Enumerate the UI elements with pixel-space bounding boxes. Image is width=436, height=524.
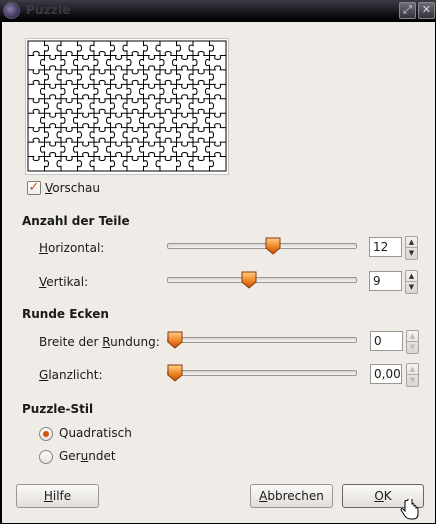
glanz-mnemonic: G (39, 368, 49, 382)
breite-label-start: Breite der (39, 335, 103, 349)
radio-gerundet[interactable] (39, 450, 53, 464)
glanz-value[interactable]: 0,00 (370, 364, 402, 384)
breite-label: Breite der Rundung: (39, 335, 160, 349)
breite-label-rest: undung: (110, 335, 160, 349)
vorschau-label[interactable]: Vorschau (45, 181, 100, 195)
vertikal-slider[interactable] (167, 277, 357, 283)
puzzle-preview (25, 38, 229, 175)
ok-label-rest: K (383, 489, 392, 503)
section-header-anzahl: Anzahl der Teile (22, 214, 130, 228)
breite-mnemonic: R (102, 335, 111, 349)
puzzle-column-edge (72, 41, 83, 171)
horizontal-slider[interactable] (167, 243, 357, 249)
horizontal-label: Horizontal: (39, 241, 104, 255)
horizontal-mnemonic: H (39, 241, 49, 255)
spin-up-icon[interactable]: ▲ (406, 271, 417, 281)
horizontal-slider-handle[interactable] (265, 237, 281, 255)
maximize-icon[interactable]: ⤢ (399, 2, 416, 19)
puzzle-column-edge (188, 41, 198, 171)
ok-mnemonic: O (374, 489, 384, 503)
glanz-label-rest: lanzlicht: (48, 368, 103, 382)
puzzle-column-edge (39, 41, 50, 171)
glanz-slider[interactable] (167, 370, 357, 376)
spin-down-icon[interactable]: ▼ (407, 341, 418, 352)
cancel-button[interactable]: Abbrechen (250, 484, 333, 508)
gerundet-label[interactable]: Gerundet (59, 449, 116, 463)
radio-quadratisch[interactable] (39, 427, 53, 441)
glanz-spin-arrows[interactable]: ▲ ▼ (406, 363, 419, 387)
glanz-label: Glanzlicht: (39, 368, 103, 382)
puzzle-column-edge (171, 41, 182, 171)
help-button[interactable]: Hilfe (16, 484, 99, 508)
window-title: Puzzle (26, 3, 71, 17)
spin-up-icon[interactable]: ▲ (406, 237, 417, 247)
section-header-stil: Puzzle-Stil (22, 402, 94, 416)
breite-slider[interactable] (167, 337, 357, 343)
vertikal-label-rest: ertikal: (46, 275, 89, 289)
spin-up-icon[interactable]: ▲ (407, 331, 418, 341)
breite-value[interactable]: 0 (370, 331, 403, 351)
dialog-body: ✓ Vorschau Anzahl der Teile Horizontal: … (1, 21, 436, 524)
puzzle-column-edge (155, 41, 165, 171)
horizontal-spin-arrows[interactable]: ▲ ▼ (405, 236, 418, 260)
breite-spin-arrows[interactable]: ▲ ▼ (406, 330, 419, 354)
cancel-label-rest: bbrechen (267, 489, 324, 503)
puzzle-grid (27, 40, 227, 172)
puzzle-column-edge (89, 41, 99, 171)
spin-down-icon[interactable]: ▼ (406, 281, 417, 292)
vorschau-label-rest: orschau (52, 181, 100, 195)
gerundet-label-rest: ndet (88, 449, 116, 463)
hand-pointer-icon (400, 499, 419, 520)
vorschau-checkbox[interactable]: ✓ (27, 181, 41, 195)
spin-down-icon[interactable]: ▼ (406, 247, 417, 258)
puzzle-column-edge (105, 41, 116, 171)
gerundet-label-start: Ger (59, 449, 81, 463)
section-header-ecken: Runde Ecken (22, 307, 109, 321)
title-bar[interactable]: Puzzle ⤢ ✕ (0, 0, 436, 21)
puzzle-column-edge (138, 41, 149, 171)
vertikal-spin-arrows[interactable]: ▲ ▼ (405, 270, 418, 294)
help-label-rest: ilfe (52, 489, 72, 503)
quadratisch-label[interactable]: Quadratisch (59, 426, 132, 440)
vertikal-slider-handle[interactable] (241, 271, 257, 289)
close-icon[interactable]: ✕ (418, 2, 435, 19)
window-menu-icon[interactable] (3, 2, 20, 19)
puzzle-column-edge (56, 41, 66, 171)
vertikal-value[interactable]: 9 (369, 271, 402, 291)
vertikal-label: Vertikal: (39, 275, 88, 289)
glanz-slider-handle[interactable] (167, 364, 183, 382)
breite-slider-handle[interactable] (167, 331, 183, 349)
help-mnemonic: H (43, 489, 53, 503)
horizontal-label-rest: orizontal: (48, 241, 105, 255)
horizontal-value[interactable]: 12 (369, 237, 402, 257)
spin-up-icon[interactable]: ▲ (407, 364, 418, 374)
spin-down-icon[interactable]: ▼ (407, 374, 418, 385)
puzzle-column-edge (204, 41, 215, 171)
puzzle-column-edge (122, 41, 132, 171)
